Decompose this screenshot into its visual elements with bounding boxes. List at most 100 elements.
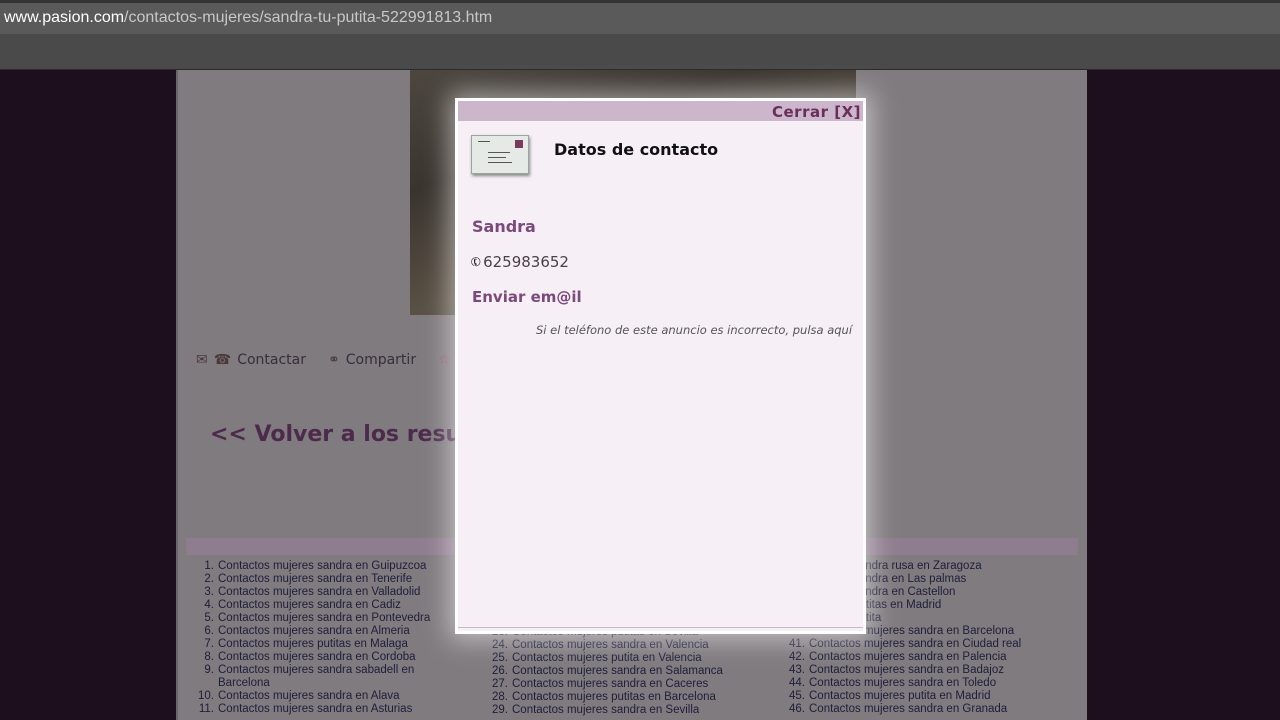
share-icon[interactable]: ⚭ [328,352,340,368]
modal-title: Datos de contacto [554,140,719,159]
list-item-link[interactable]: Contactos mujeres putitas en Malaga [218,638,408,650]
list-item[interactable]: 29. Contactos mujeres sandra en Sevilla [488,704,723,717]
list-item[interactable]: 1. Contactos mujeres sandra en Guipuzcoa [194,560,430,573]
envelope-line [478,141,490,142]
list-item[interactable]: 44. Contactos mujeres sandra en Toledo [785,677,1021,690]
list-item-link[interactable]: Contactos mujeres sandra en Sevilla [512,704,699,716]
list-item-link[interactable]: Contactos mujeres putita en Valencia [512,652,702,664]
list-item[interactable]: 42. Contactos mujeres sandra en Palencia [785,651,1021,664]
list-item-number: 46. [789,703,805,715]
report-phone-link[interactable]: Si el teléfono de este anuncio es incorr… [536,323,852,337]
list-item-number: 1. [204,560,214,572]
share-link[interactable]: Compartir [346,352,416,368]
browser-toolbar [0,34,1280,70]
list-item-number: 29. [492,704,508,716]
list-item-number: 10. [198,690,214,702]
list-item-number: 3. [204,586,214,598]
list-item-link[interactable]: Contactos mujeres sandra en Alava [218,690,400,702]
list-item-link[interactable]: Contactos mujeres sandra sabadell en [218,664,414,676]
list-item-link[interactable]: Contactos mujeres sandra en Badajoz [809,664,1004,676]
modal-divider [458,627,863,628]
list-item[interactable]: 41. Contactos mujeres sandra en Ciudad re… [785,638,1021,651]
list-item-number: 4. [204,599,214,611]
star-icon[interactable]: ☆ [438,352,451,368]
list-item-number: 7. [204,638,214,650]
envelope-line [488,157,506,158]
list-item-link[interactable]: Contactos mujeres sandra en Tenerife [218,573,412,585]
list-item[interactable]: 2. Contactos mujeres sandra en Tenerife [194,573,430,586]
envelope-icon [471,135,529,174]
related-list-col1: 1. Contactos mujeres sandra en Guipuzcoa 2… [194,560,430,716]
list-item[interactable]: 46. Contactos mujeres sandra en Granada [785,703,1021,716]
list-item-link[interactable]: Contactos mujeres sandra en Salamanca [512,665,723,677]
contact-phone[interactable]: ✆ 625983652 [468,253,569,271]
list-item[interactable]: 11. Contactos mujeres sandra en Asturias [194,703,430,716]
list-item-link[interactable]: Contactos mujeres putitas en Barcelona [512,691,716,703]
modal-header: Cerrar [X] [458,101,863,121]
list-item-number: 44. [789,677,805,689]
list-item-number: 26. [492,665,508,677]
envelope-icon[interactable]: ✉ [196,352,208,368]
list-item-link[interactable]: Contactos mujeres sandra en Almeria [218,625,410,637]
list-item[interactable]: Barcelona [194,677,430,690]
url-host: www.pasion.com [4,9,125,26]
list-item[interactable]: 45. Contactos mujeres putita en Madrid [785,690,1021,703]
list-item-link[interactable]: Contactos mujeres sandra en Guipuzcoa [218,560,426,572]
list-item-link[interactable]: Contactos mujeres sandra en Toledo [809,677,996,689]
list-item[interactable]: 43. Contactos mujeres sandra en Badajoz [785,664,1021,677]
phone-icon[interactable]: ☎ [214,352,231,368]
envelope-line [488,162,512,163]
list-item-link[interactable]: Barcelona [218,677,270,689]
list-item-number: 25. [492,652,508,664]
list-item[interactable]: 25. Contactos mujeres putita en Valencia [488,652,723,665]
send-email-link[interactable]: Enviar em@il [472,288,582,306]
list-item-link[interactable]: Contactos mujeres sandra en Pontevedra [218,612,430,624]
url-text[interactable]: www.pasion.com/contactos-mujeres/sandra-… [4,9,492,27]
list-item-link[interactable]: Contactos mujeres sandra en Cadiz [218,599,401,611]
list-item-number: 42. [789,651,805,663]
contact-link[interactable]: Contactar [237,352,306,368]
address-bar[interactable]: www.pasion.com/contactos-mujeres/sandra-… [0,0,1280,34]
list-item[interactable]: 24. Contactos mujeres sandra en Valencia [488,639,723,652]
list-item-number: 24. [492,639,508,651]
related-list-col2: 23.Contactos mujeres putitas en Sevilla2… [488,626,723,717]
list-item-link[interactable]: Contactos mujeres putita en Madrid [809,690,991,702]
ad-actions: ✉ ☎ Contactar ⚭ Compartir ☆ [196,352,451,368]
close-button[interactable]: Cerrar [X] [772,103,861,121]
list-item-link[interactable]: Contactos mujeres sandra en Palencia [809,651,1007,663]
list-item-number: 9. [204,664,214,676]
list-item-link[interactable]: Contactos mujeres sandra en Granada [809,703,1007,715]
list-item[interactable]: 8. Contactos mujeres sandra en Cordoba [194,651,430,664]
list-item[interactable]: 4. Contactos mujeres sandra en Cadiz [194,599,430,612]
list-item-link[interactable]: Contactos mujeres sandra en Valencia [512,639,709,651]
envelope-line [488,152,510,153]
contact-modal: Cerrar [X] Datos de contacto Sandra ✆ 62… [455,98,866,634]
list-item-number: 8. [204,651,214,663]
list-item-link[interactable]: Contactos mujeres sandra en Valladolid [218,586,420,598]
list-item-link[interactable]: Contactos mujeres sandra en Cordoba [218,651,416,663]
list-item[interactable]: 26. Contactos mujeres sandra en Salamanca [488,665,723,678]
list-item-number: 11. [198,703,214,715]
list-item[interactable]: 7. Contactos mujeres putitas en Malaga [194,638,430,651]
list-item-link[interactable]: Contactos mujeres sandra en Caceres [512,678,708,690]
url-path: /contactos-mujeres/sandra-tu-putita-5229… [124,9,493,26]
list-item[interactable]: 28. Contactos mujeres putitas en Barcelon… [488,691,723,704]
list-item-number: 41. [789,638,805,650]
list-item[interactable]: 3. Contactos mujeres sandra en Valladolid [194,586,430,599]
list-item[interactable]: 6. Contactos mujeres sandra en Almeria [194,625,430,638]
list-item-link[interactable]: Contactos mujeres sandra en Asturias [218,703,412,715]
stamp-icon [515,140,523,148]
contact-name: Sandra [472,217,536,236]
list-item-number: 43. [789,664,805,676]
list-item[interactable]: 5. Contactos mujeres sandra en Pontevedra [194,612,430,625]
phone-number: 625983652 [483,253,569,271]
list-item[interactable]: 9. Contactos mujeres sandra sabadell en [194,664,430,677]
back-to-results-link[interactable]: << Volver a los resul [210,422,469,447]
list-item[interactable]: 27. Contactos mujeres sandra en Caceres [488,678,723,691]
list-item[interactable]: 10. Contactos mujeres sandra en Alava [194,690,430,703]
list-item-number: 5. [204,612,214,624]
list-item-link[interactable]: Contactos mujeres sandra en Ciudad real [809,638,1021,650]
phone-icon: ✆ [468,253,484,271]
list-item-number: 28. [492,691,508,703]
list-item-number: 45. [789,690,805,702]
